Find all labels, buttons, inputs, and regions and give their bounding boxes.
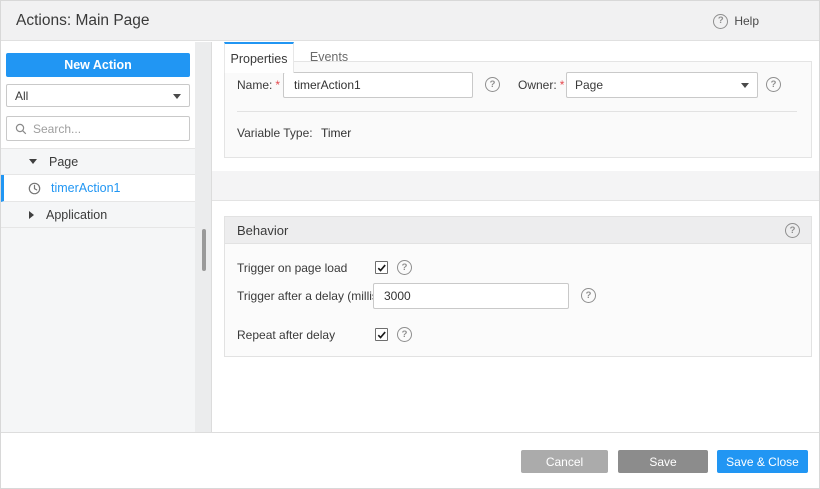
name-input[interactable] bbox=[283, 72, 473, 98]
page-title: Actions: Main Page bbox=[16, 12, 150, 29]
save-button[interactable]: Save bbox=[618, 450, 708, 473]
actions-sidebar: New Action All Page timerAction1 bbox=[1, 42, 195, 432]
delay-milliseconds-input[interactable] bbox=[373, 283, 569, 309]
check-icon bbox=[377, 264, 386, 272]
tab-events[interactable]: Events bbox=[294, 42, 364, 72]
dialog-header: Actions: Main Page Help bbox=[1, 1, 819, 41]
tree-item-application[interactable]: Application bbox=[1, 202, 195, 228]
variable-type-value: Timer bbox=[321, 126, 352, 140]
owner-select-value: Page bbox=[575, 78, 604, 92]
panel-divider bbox=[237, 111, 797, 112]
action-info-panel: Name:* Owner:* Page Variable Type: Timer bbox=[224, 61, 812, 158]
trigger-on-page-load-label: Trigger on page load bbox=[237, 261, 348, 275]
check-icon bbox=[377, 331, 386, 339]
tree-item-label: timerAction1 bbox=[51, 181, 121, 195]
owner-help-icon[interactable] bbox=[766, 77, 781, 92]
owner-select[interactable]: Page bbox=[566, 72, 758, 98]
repeat-after-delay-help-icon[interactable] bbox=[397, 327, 412, 342]
tree-item-label: Page bbox=[49, 154, 79, 169]
tab-bar bbox=[212, 171, 819, 201]
tree-item-page[interactable]: Page bbox=[1, 149, 195, 175]
search-icon bbox=[15, 123, 27, 134]
repeat-after-delay-checkbox[interactable] bbox=[375, 328, 388, 341]
search-box bbox=[6, 116, 190, 141]
caret-down-icon bbox=[29, 159, 37, 164]
behavior-help-icon[interactable] bbox=[785, 223, 800, 238]
tab-properties[interactable]: Properties bbox=[224, 42, 294, 73]
trigger-on-page-load-checkbox[interactable] bbox=[375, 261, 388, 274]
tree-item-timeraction1[interactable]: timerAction1 bbox=[1, 175, 195, 202]
behavior-row: Repeat after delay bbox=[225, 321, 811, 349]
help-label: Help bbox=[734, 14, 759, 28]
name-label: Name: * bbox=[237, 78, 281, 92]
variable-type-label: Variable Type: bbox=[237, 126, 313, 140]
main-content: Name:* Owner:* Page Variable Type: Timer… bbox=[211, 42, 819, 432]
behavior-section: Behavior Trigger on page load Trigger af… bbox=[224, 216, 812, 357]
trigger-after-delay-label: Trigger after a delay (millisec... bbox=[237, 289, 373, 303]
required-marker: * bbox=[275, 78, 281, 92]
behavior-row: Trigger on page load bbox=[225, 254, 811, 282]
behavior-title: Behavior bbox=[237, 222, 289, 238]
new-action-button[interactable]: New Action bbox=[6, 53, 190, 77]
owner-label: Owner: * bbox=[518, 78, 565, 92]
trigger-after-delay-help-icon[interactable] bbox=[581, 288, 596, 303]
filter-dropdown[interactable]: All bbox=[6, 84, 190, 107]
dialog-footer: Cancel Save Save & Close bbox=[1, 432, 819, 488]
help-link[interactable]: Help bbox=[713, 1, 759, 41]
repeat-after-delay-label: Repeat after delay bbox=[237, 328, 336, 342]
help-icon bbox=[713, 13, 729, 29]
save-and-close-button[interactable]: Save & Close bbox=[717, 450, 808, 473]
required-marker: * bbox=[559, 78, 565, 92]
behavior-row: Trigger after a delay (millisec... bbox=[225, 279, 811, 313]
behavior-section-header: Behavior bbox=[225, 217, 811, 244]
caret-right-icon bbox=[29, 210, 34, 219]
search-input[interactable] bbox=[33, 121, 181, 136]
actions-dialog: Actions: Main Page Help New Action All P… bbox=[0, 0, 820, 489]
clock-icon bbox=[28, 182, 41, 194]
sidebar-scrollbar-thumb[interactable] bbox=[202, 229, 206, 271]
actions-tree: Page timerAction1 Application bbox=[1, 148, 195, 432]
chevron-down-icon bbox=[741, 83, 749, 88]
name-help-icon[interactable] bbox=[485, 77, 500, 92]
trigger-on-page-load-help-icon[interactable] bbox=[397, 260, 412, 275]
cancel-button[interactable]: Cancel bbox=[521, 450, 608, 473]
filter-dropdown-value: All bbox=[15, 88, 29, 103]
tree-item-label: Application bbox=[46, 207, 108, 222]
chevron-down-icon bbox=[173, 93, 181, 99]
